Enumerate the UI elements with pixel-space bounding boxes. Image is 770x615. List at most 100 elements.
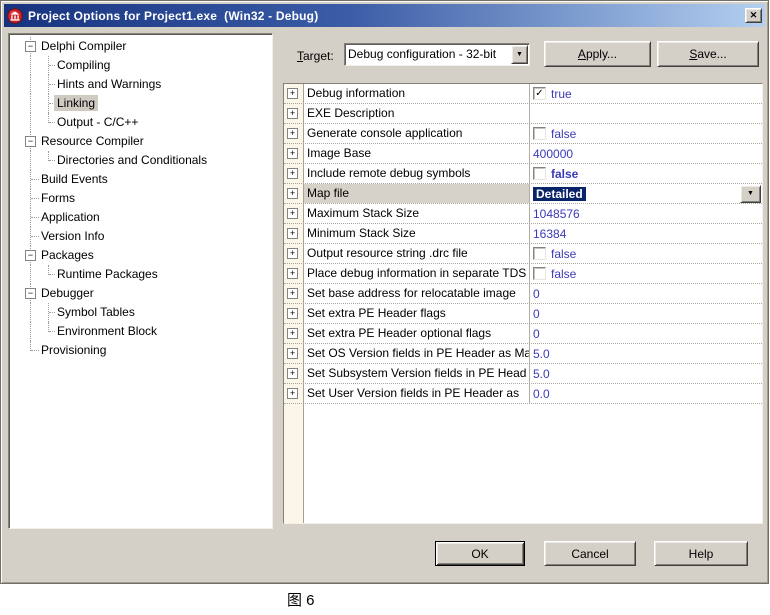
expand-plus-icon[interactable]: + [287, 308, 298, 319]
property-name: Set Subsystem Version fields in PE Head [304, 364, 530, 383]
checkbox-checked-icon[interactable]: ✓ [533, 87, 546, 100]
expand-plus-icon[interactable]: + [287, 168, 298, 179]
close-icon[interactable]: ✕ [745, 8, 762, 23]
apply-button[interactable]: Apply... [544, 41, 651, 67]
tree-item-label: Output - C/C++ [54, 114, 141, 130]
tree-item-hints-and-warnings[interactable]: Hints and Warnings [9, 75, 272, 94]
expand-plus-icon[interactable]: + [287, 128, 298, 139]
property-row-include-remote-debug-symbols[interactable]: + Include remote debug symbolsfalse [284, 164, 762, 184]
save-button[interactable]: Save... [657, 41, 759, 67]
property-name: Generate console application [304, 124, 530, 143]
property-value: 16384 [530, 224, 762, 243]
property-name: Set OS Version fields in PE Header as Ma [304, 344, 530, 363]
tree-item-directories-and-conditionals[interactable]: Directories and Conditionals [9, 151, 272, 170]
property-row-exe-description[interactable]: + EXE Description [284, 104, 762, 124]
expand-plus-icon[interactable]: + [287, 208, 298, 219]
expand-plus-icon[interactable]: + [287, 108, 298, 119]
property-row-map-file[interactable]: +Map fileDetailed▼ [284, 184, 762, 204]
property-name: EXE Description [304, 104, 530, 123]
target-label: Target: [297, 49, 334, 63]
property-row-debug-information[interactable]: + Debug information✓ true [284, 84, 762, 104]
property-row-set-subsystem-version-fields-in-pe-head[interactable]: + Set Subsystem Version fields in PE Head… [284, 364, 762, 384]
property-rows: +Debug information✓true+EXE Description+… [284, 84, 762, 404]
property-name: Debug information [304, 84, 530, 103]
property-row-set-extra-pe-header-flags[interactable]: + Set extra PE Header flags0 [284, 304, 762, 324]
property-row-minimum-stack-size[interactable]: +Minimum Stack Size16384 [284, 224, 762, 244]
property-row-maximum-stack-size[interactable]: +Maximum Stack Size1048576 [284, 204, 762, 224]
property-value: 0 [530, 304, 762, 323]
tree-item-application[interactable]: Application [9, 208, 272, 227]
expand-plus-icon[interactable]: + [287, 348, 298, 359]
tree-item-label: Application [38, 209, 103, 225]
property-value [530, 104, 762, 123]
tree-item-linking[interactable]: Linking [9, 94, 272, 113]
tree-item-provisioning[interactable]: Provisioning [9, 341, 272, 360]
property-row-set-extra-pe-header-optional-flags[interactable]: + Set extra PE Header optional flags0 [284, 324, 762, 344]
property-name: Set User Version fields in PE Header as [304, 384, 530, 403]
chevron-down-icon[interactable]: ▼ [740, 185, 761, 203]
expand-plus-icon[interactable]: + [287, 388, 298, 399]
tree-item-build-events[interactable]: Build Events [9, 170, 272, 189]
tree-item-label: Forms [38, 190, 78, 206]
delphi-project-icon [7, 8, 23, 24]
collapse-minus-icon[interactable]: − [25, 136, 36, 147]
expand-plus-icon[interactable]: + [287, 328, 298, 339]
tree-item-environment-block[interactable]: Environment Block [9, 322, 272, 341]
collapse-minus-icon[interactable]: − [25, 41, 36, 52]
help-button[interactable]: Help [654, 541, 748, 566]
tree-item-label: Runtime Packages [54, 266, 161, 282]
tree-item-packages[interactable]: −Packages [9, 246, 272, 265]
expand-plus-icon[interactable]: + [287, 248, 298, 259]
collapse-minus-icon[interactable]: − [25, 288, 36, 299]
property-value: 0 [530, 324, 762, 343]
checkbox-unchecked-icon[interactable] [533, 167, 546, 180]
tree-item-label: Linking [54, 95, 98, 111]
expand-plus-icon[interactable]: + [287, 188, 298, 199]
property-name: Set extra PE Header flags [304, 304, 530, 323]
property-value: ✓ true [530, 84, 762, 103]
property-row-set-os-version-fields-in-pe-header-as-ma[interactable]: + Set OS Version fields in PE Header as M… [284, 344, 762, 364]
tree-item-label: Symbol Tables [54, 304, 138, 320]
tree-item-resource-compiler[interactable]: −Resource Compiler [9, 132, 272, 151]
property-name: Include remote debug symbols [304, 164, 530, 183]
property-value: 0.0 [530, 384, 762, 403]
checkbox-unchecked-icon[interactable] [533, 247, 546, 260]
ok-button[interactable]: OK [435, 541, 525, 566]
title-bar: Project Options for Project1.exe (Win32 … [4, 4, 765, 27]
target-combobox[interactable]: Debug configuration - 32-bit ▼ [344, 43, 530, 66]
tree-item-symbol-tables[interactable]: Symbol Tables [9, 303, 272, 322]
expand-plus-icon[interactable]: + [287, 88, 298, 99]
property-name: Image Base [304, 144, 530, 163]
value-text: true [551, 87, 572, 101]
chevron-down-icon[interactable]: ▼ [511, 45, 528, 64]
tree-item-debugger[interactable]: −Debugger [9, 284, 272, 303]
tree-item-compiling[interactable]: Compiling [9, 56, 272, 75]
tree-item-version-info[interactable]: Version Info [9, 227, 272, 246]
property-row-image-base[interactable]: +Image Base400000 [284, 144, 762, 164]
value-text: 0 [533, 307, 540, 321]
collapse-minus-icon[interactable]: − [25, 250, 36, 261]
property-name: Set base address for relocatable image [304, 284, 530, 303]
cancel-button[interactable]: Cancel [544, 541, 636, 566]
tree-item-forms[interactable]: Forms [9, 189, 272, 208]
expand-plus-icon[interactable]: + [287, 368, 298, 379]
property-row-place-debug-information-in-separate-tds[interactable]: +Place debug information in separate TDS… [284, 264, 762, 284]
value-text: false [551, 127, 576, 141]
property-value: false [530, 164, 762, 183]
property-row-generate-console-application[interactable]: + Generate console application false [284, 124, 762, 144]
expand-plus-icon[interactable]: + [287, 228, 298, 239]
tree-item-runtime-packages[interactable]: Runtime Packages [9, 265, 272, 284]
property-row-output-resource-string-drc-file[interactable]: +Output resource string .drc filefalse [284, 244, 762, 264]
expand-plus-icon[interactable]: + [287, 148, 298, 159]
property-row-set-base-address-for-relocatable-image[interactable]: +Set base address for relocatable image0 [284, 284, 762, 304]
checkbox-unchecked-icon[interactable] [533, 267, 546, 280]
property-row-set-user-version-fields-in-pe-header-as[interactable]: + Set User Version fields in PE Header as… [284, 384, 762, 404]
tree-item-label: Debugger [38, 285, 97, 301]
expand-plus-icon[interactable]: + [287, 268, 298, 279]
tree-item-output-c-c[interactable]: Output - C/C++ [9, 113, 272, 132]
tree-item-delphi-compiler[interactable]: −Delphi Compiler [9, 37, 272, 56]
checkbox-unchecked-icon[interactable] [533, 127, 546, 140]
property-name: Set extra PE Header optional flags [304, 324, 530, 343]
property-value: false [530, 244, 762, 263]
expand-plus-icon[interactable]: + [287, 288, 298, 299]
